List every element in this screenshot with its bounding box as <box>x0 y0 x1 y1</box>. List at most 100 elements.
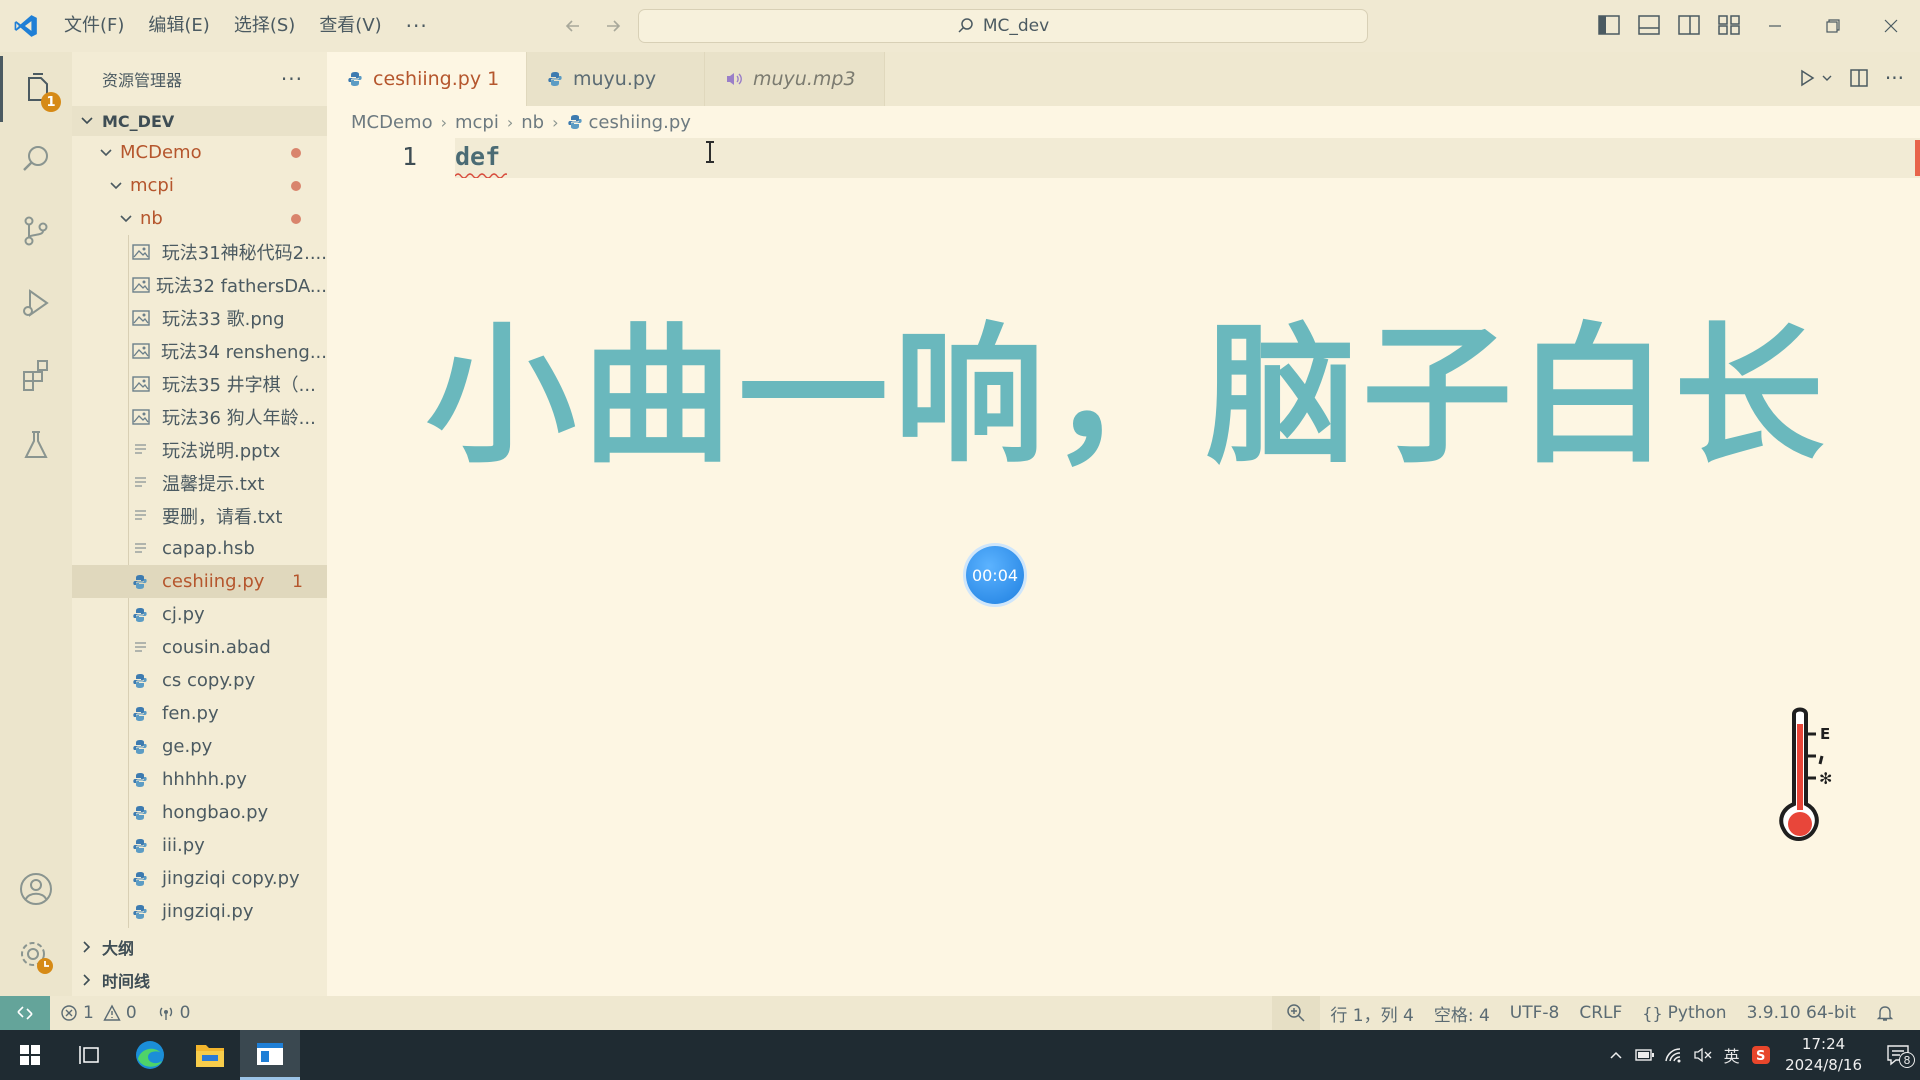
file-item[interactable]: fen.py <box>72 697 327 730</box>
file-item[interactable]: 玩法35 井字棋（... <box>72 367 327 400</box>
customize-layout-icon[interactable] <box>1716 12 1742 38</box>
file-item[interactable]: 玩法34 rensheng... <box>72 334 327 367</box>
folder-mcpi[interactable]: mcpi <box>72 169 327 202</box>
timeline-section[interactable]: 时间线 <box>72 963 327 996</box>
sogou-ime-icon[interactable]: S <box>1746 1045 1775 1065</box>
manage-gear-icon[interactable] <box>0 924 72 990</box>
menu-view[interactable]: 查看(V) <box>307 0 393 52</box>
vscode-taskbar-icon[interactable] <box>240 1030 300 1080</box>
ports-indicator[interactable]: 0 <box>147 1003 201 1023</box>
toggle-secondary-sidebar-icon[interactable] <box>1676 12 1702 38</box>
explorer-icon[interactable]: 1 <box>0 56 72 122</box>
file-explorer-icon[interactable] <box>180 1030 240 1080</box>
end-of-line[interactable]: CRLF <box>1569 1003 1632 1023</box>
forward-arrow-icon[interactable] <box>600 13 626 39</box>
explorer-more-button[interactable]: ··· <box>281 67 303 91</box>
file-item[interactable]: 玩法32 fathersDA... <box>72 268 327 301</box>
file-item[interactable]: jingziqi.py <box>72 895 327 928</box>
source-control-icon[interactable] <box>0 198 72 264</box>
search-icon[interactable] <box>0 126 72 192</box>
menu-edit[interactable]: 编辑(E) <box>136 0 221 52</box>
split-editor-icon[interactable] <box>1849 68 1869 88</box>
close-icon[interactable] <box>1862 0 1920 52</box>
run-python-file-icon[interactable] <box>1797 68 1833 88</box>
notification-center-icon[interactable]: 8 <box>1876 1044 1920 1068</box>
python-file-icon <box>567 114 583 130</box>
breadcrumb-item[interactable]: mcpi <box>455 112 499 133</box>
file-item[interactable]: 要删，请看.txt <box>72 499 327 532</box>
language-mode[interactable]: {} Python <box>1632 1003 1736 1023</box>
file-item[interactable]: hongbao.py <box>72 796 327 829</box>
python-file-icon <box>132 671 156 691</box>
breadcrumb-item[interactable]: ceshiing.py <box>589 112 691 133</box>
file-item[interactable]: 温馨提示.txt <box>72 466 327 499</box>
file-item[interactable]: capap.hsb <box>72 532 327 565</box>
zoom-indicator[interactable] <box>1272 996 1321 1030</box>
menu-selection[interactable]: 选择(S) <box>222 0 307 52</box>
breadcrumb-item[interactable]: MCDemo <box>351 112 433 133</box>
code-editor[interactable]: 1 def <box>327 138 1920 996</box>
ime-indicator[interactable]: 英 <box>1717 1043 1746 1067</box>
python-file-icon <box>132 605 156 625</box>
file-label: cousin.abad <box>162 637 271 658</box>
toggle-primary-sidebar-icon[interactable] <box>1596 12 1622 38</box>
window-controls <box>1746 0 1920 52</box>
edge-browser-icon[interactable] <box>120 1030 180 1080</box>
wifi-icon[interactable] <box>1659 1047 1688 1063</box>
tab-muyu-mp3[interactable]: muyu.mp3 <box>705 52 885 106</box>
problems-indicator[interactable]: 1 0 <box>50 1003 147 1023</box>
minimize-icon[interactable] <box>1746 0 1804 52</box>
testing-icon[interactable] <box>0 412 72 478</box>
menu-more[interactable]: ··· <box>394 0 440 52</box>
file-item[interactable]: cs copy.py <box>72 664 327 697</box>
extensions-icon[interactable] <box>0 342 72 408</box>
recording-timer[interactable]: 00:04 <box>966 546 1024 604</box>
task-view-icon[interactable] <box>60 1030 120 1080</box>
battery-icon[interactable] <box>1630 1048 1659 1062</box>
file-item[interactable]: cousin.abad <box>72 631 327 664</box>
indentation[interactable]: 空格: 4 <box>1424 1001 1500 1026</box>
accounts-icon[interactable] <box>0 856 72 922</box>
menu-file[interactable]: 文件(F) <box>52 0 136 52</box>
file-item[interactable]: jingziqi copy.py <box>72 862 327 895</box>
python-interpreter[interactable]: 3.9.10 64-bit <box>1737 1003 1866 1023</box>
chevron-up-icon[interactable] <box>1601 1047 1630 1063</box>
remote-indicator[interactable] <box>0 996 50 1030</box>
tab-label: muyu.mp3 <box>753 68 856 90</box>
outline-section[interactable]: 大纲 <box>72 930 327 963</box>
folder-mcdemo[interactable]: MCDemo <box>72 136 327 169</box>
file-item[interactable]: cj.py <box>72 598 327 631</box>
file-item[interactable]: ge.py <box>72 730 327 763</box>
taskbar-clock[interactable]: 17:24 2024/8/16 <box>1785 1034 1862 1076</box>
folder-nb[interactable]: nb <box>72 202 327 235</box>
file-item[interactable]: ceshiing.py 1 <box>72 565 327 598</box>
back-arrow-icon[interactable] <box>560 13 586 39</box>
nav-buttons <box>560 13 626 39</box>
notifications-bell-icon[interactable] <box>1866 1004 1904 1022</box>
file-item[interactable]: iii.py <box>72 829 327 862</box>
file-item[interactable]: hhhhh.py <box>72 763 327 796</box>
encoding[interactable]: UTF-8 <box>1500 1003 1570 1023</box>
text-file-icon <box>132 539 156 559</box>
tab-ceshiing-py[interactable]: ceshiing.py 1 <box>327 52 527 106</box>
braces-icon: {} <box>1642 1003 1663 1023</box>
volume-muted-icon[interactable] <box>1688 1047 1717 1063</box>
windows-start-icon[interactable] <box>0 1030 60 1080</box>
file-item[interactable]: 玩法33 歌.png <box>72 301 327 334</box>
command-center-search[interactable]: MC_dev <box>638 9 1368 43</box>
ports-count: 0 <box>179 1003 191 1023</box>
file-label: capap.hsb <box>162 538 255 559</box>
breadcrumb-item[interactable]: nb <box>521 112 544 133</box>
code-line[interactable]: def <box>455 142 500 171</box>
restore-icon[interactable] <box>1804 0 1862 52</box>
file-item[interactable]: 玩法31神秘代码2.... <box>72 235 327 268</box>
toggle-panel-icon[interactable] <box>1636 12 1662 38</box>
more-actions-icon[interactable]: ··· <box>1885 66 1904 90</box>
workspace-root[interactable]: MC_DEV <box>72 106 327 136</box>
run-debug-icon[interactable] <box>0 270 72 336</box>
search-icon <box>957 17 975 35</box>
tab-muyu-py[interactable]: muyu.py <box>527 52 705 106</box>
file-item[interactable]: 玩法36 狗人年龄... <box>72 400 327 433</box>
cursor-position[interactable]: 行 1，列 4 <box>1320 1001 1423 1026</box>
file-item[interactable]: 玩法说明.pptx <box>72 433 327 466</box>
